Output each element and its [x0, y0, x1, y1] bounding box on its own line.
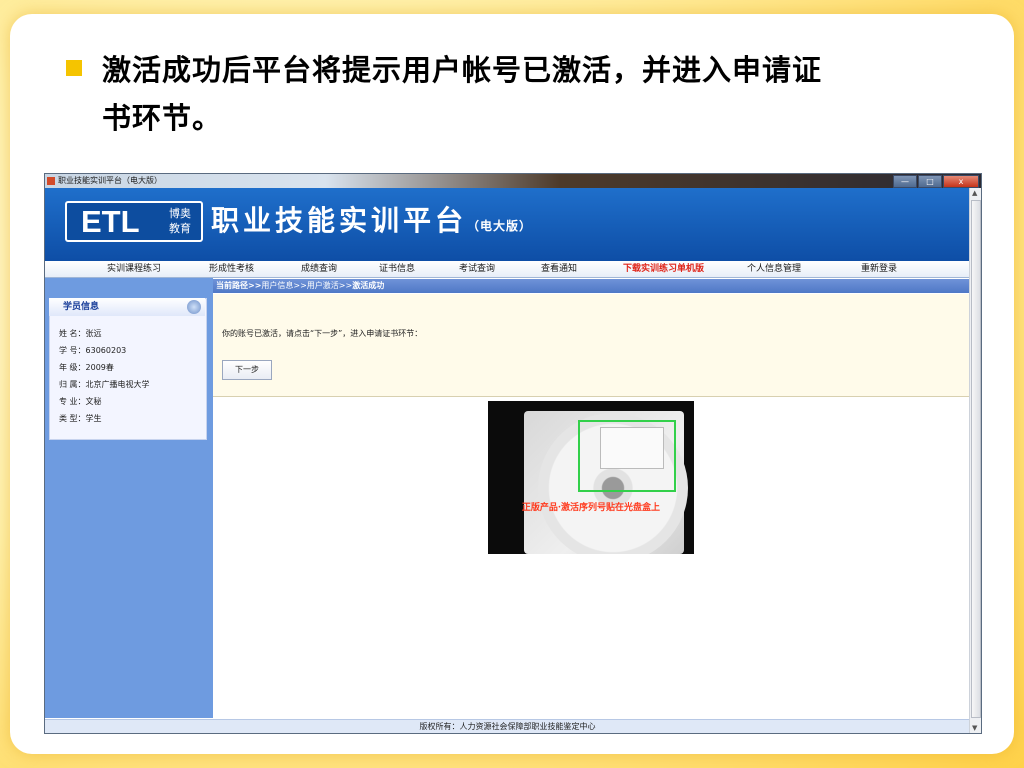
next-step-button[interactable]: 下一步 — [222, 360, 272, 380]
activation-message: 你的账号已激活，请点击“下一步”，进入申请证书环节： — [222, 329, 423, 338]
nav-score-query[interactable]: 成绩查询 — [301, 261, 337, 277]
student-major: 专 业：文秘 — [59, 397, 102, 406]
activation-message-panel: 你的账号已激活，请点击“下一步”，进入申请证书环节： 下一步 — [213, 294, 970, 397]
nav-exam-query[interactable]: 考试查询 — [459, 261, 495, 277]
photo-caption: 正版产品·激活序列号贴在光盘盒上 — [521, 503, 661, 513]
nav-relogin[interactable]: 重新登录 — [861, 261, 897, 277]
bullet-square-icon — [66, 60, 82, 76]
breadcrumb: 当前路径>>用户信息>>用户激活>>激活成功 — [213, 279, 973, 293]
window-title: 职业技能实训平台（电大版） — [58, 176, 162, 185]
logo-sub-line2: 教育 — [169, 222, 191, 235]
platform-edition: （电大版） — [467, 219, 533, 233]
platform-title-text: 职业技能实训平台 — [211, 204, 468, 237]
student-name: 姓 名：张远 — [59, 329, 102, 338]
minimize-button[interactable]: — — [893, 175, 917, 188]
scroll-down-icon[interactable]: ▼ — [972, 724, 977, 732]
nav-download-offline[interactable]: 下载实训练习单机版 — [623, 261, 704, 277]
cd-case-photo: 正版产品·激活序列号贴在光盘盒上 — [488, 401, 694, 554]
platform-title: 职业技能实训平台（电大版） — [211, 202, 532, 245]
nav-personal-info[interactable]: 个人信息管理 — [747, 261, 801, 277]
footer: 版权所有：人力资源社会保障部职业技能鉴定中心 — [45, 719, 970, 733]
window-titlebar[interactable]: 职业技能实训平台（电大版） — □ x — [45, 174, 981, 188]
slide-bullet-part1: 激活成功后平台将提示用户帐号已激活， — [102, 53, 643, 87]
breadcrumb-current: 激活成功 — [352, 281, 385, 290]
nav-course-practice[interactable]: 实训课程练习 — [107, 261, 161, 277]
logo-subtitle: 博奥 教育 — [161, 206, 199, 236]
student-affiliation: 归 属：北京广播电视大学 — [59, 380, 150, 389]
sidebar: 学员信息 姓 名：张远 学 号：63060203 年 级：2009春 归 属：北… — [45, 278, 213, 718]
logo-sub-line1: 博奥 — [169, 207, 191, 220]
nav-formative-assessment[interactable]: 形成性考核 — [209, 261, 254, 277]
student-info-header: 学员信息 — [49, 298, 205, 316]
breadcrumb-path[interactable]: 用户信息>>用户激活>> — [261, 281, 352, 290]
close-button[interactable]: x — [943, 175, 979, 188]
student-type: 类 型：学生 — [59, 414, 102, 423]
student-grade: 年 级：2009春 — [59, 363, 114, 372]
header-banner: ETL 博奥 教育 职业技能实训平台（电大版） — [45, 188, 970, 261]
collapse-icon[interactable] — [187, 300, 201, 314]
nav-view-notices[interactable]: 查看通知 — [541, 261, 577, 277]
nav-certificate-info[interactable]: 证书信息 — [379, 261, 415, 277]
etl-logo: ETL 博奥 教育 — [65, 201, 203, 242]
app-icon — [47, 177, 55, 185]
scroll-thumb[interactable] — [971, 200, 981, 718]
app-window: 职业技能实训平台（电大版） — □ x ETL 博奥 教育 职业技能实训平台（电… — [44, 173, 982, 734]
vertical-scrollbar[interactable]: ▲ ▼ — [969, 188, 981, 733]
highlight-box — [578, 420, 676, 492]
student-id: 学 号：63060203 — [59, 346, 127, 355]
breadcrumb-prefix: 当前路径>> — [216, 281, 262, 290]
slide-bullet-text: 激活成功后平台将提示用户帐号已激活，并进入申请证 书环节。 — [102, 46, 962, 142]
logo-text: ETL — [81, 204, 140, 239]
slide-bullet-part2: 并进入申请证 — [642, 53, 823, 87]
maximize-button[interactable]: □ — [918, 175, 942, 188]
main-nav: 实训课程练习 形成性考核 成绩查询 证书信息 考试查询 查看通知 下载实训练习单… — [45, 261, 970, 278]
slide-bullet-line2: 书环节。 — [102, 101, 223, 135]
student-info-title: 学员信息 — [63, 302, 100, 312]
footer-text: 版权所有：人力资源社会保障部职业技能鉴定中心 — [419, 722, 596, 731]
scroll-up-icon[interactable]: ▲ — [972, 189, 977, 197]
window-controls: — □ x — [893, 175, 979, 188]
